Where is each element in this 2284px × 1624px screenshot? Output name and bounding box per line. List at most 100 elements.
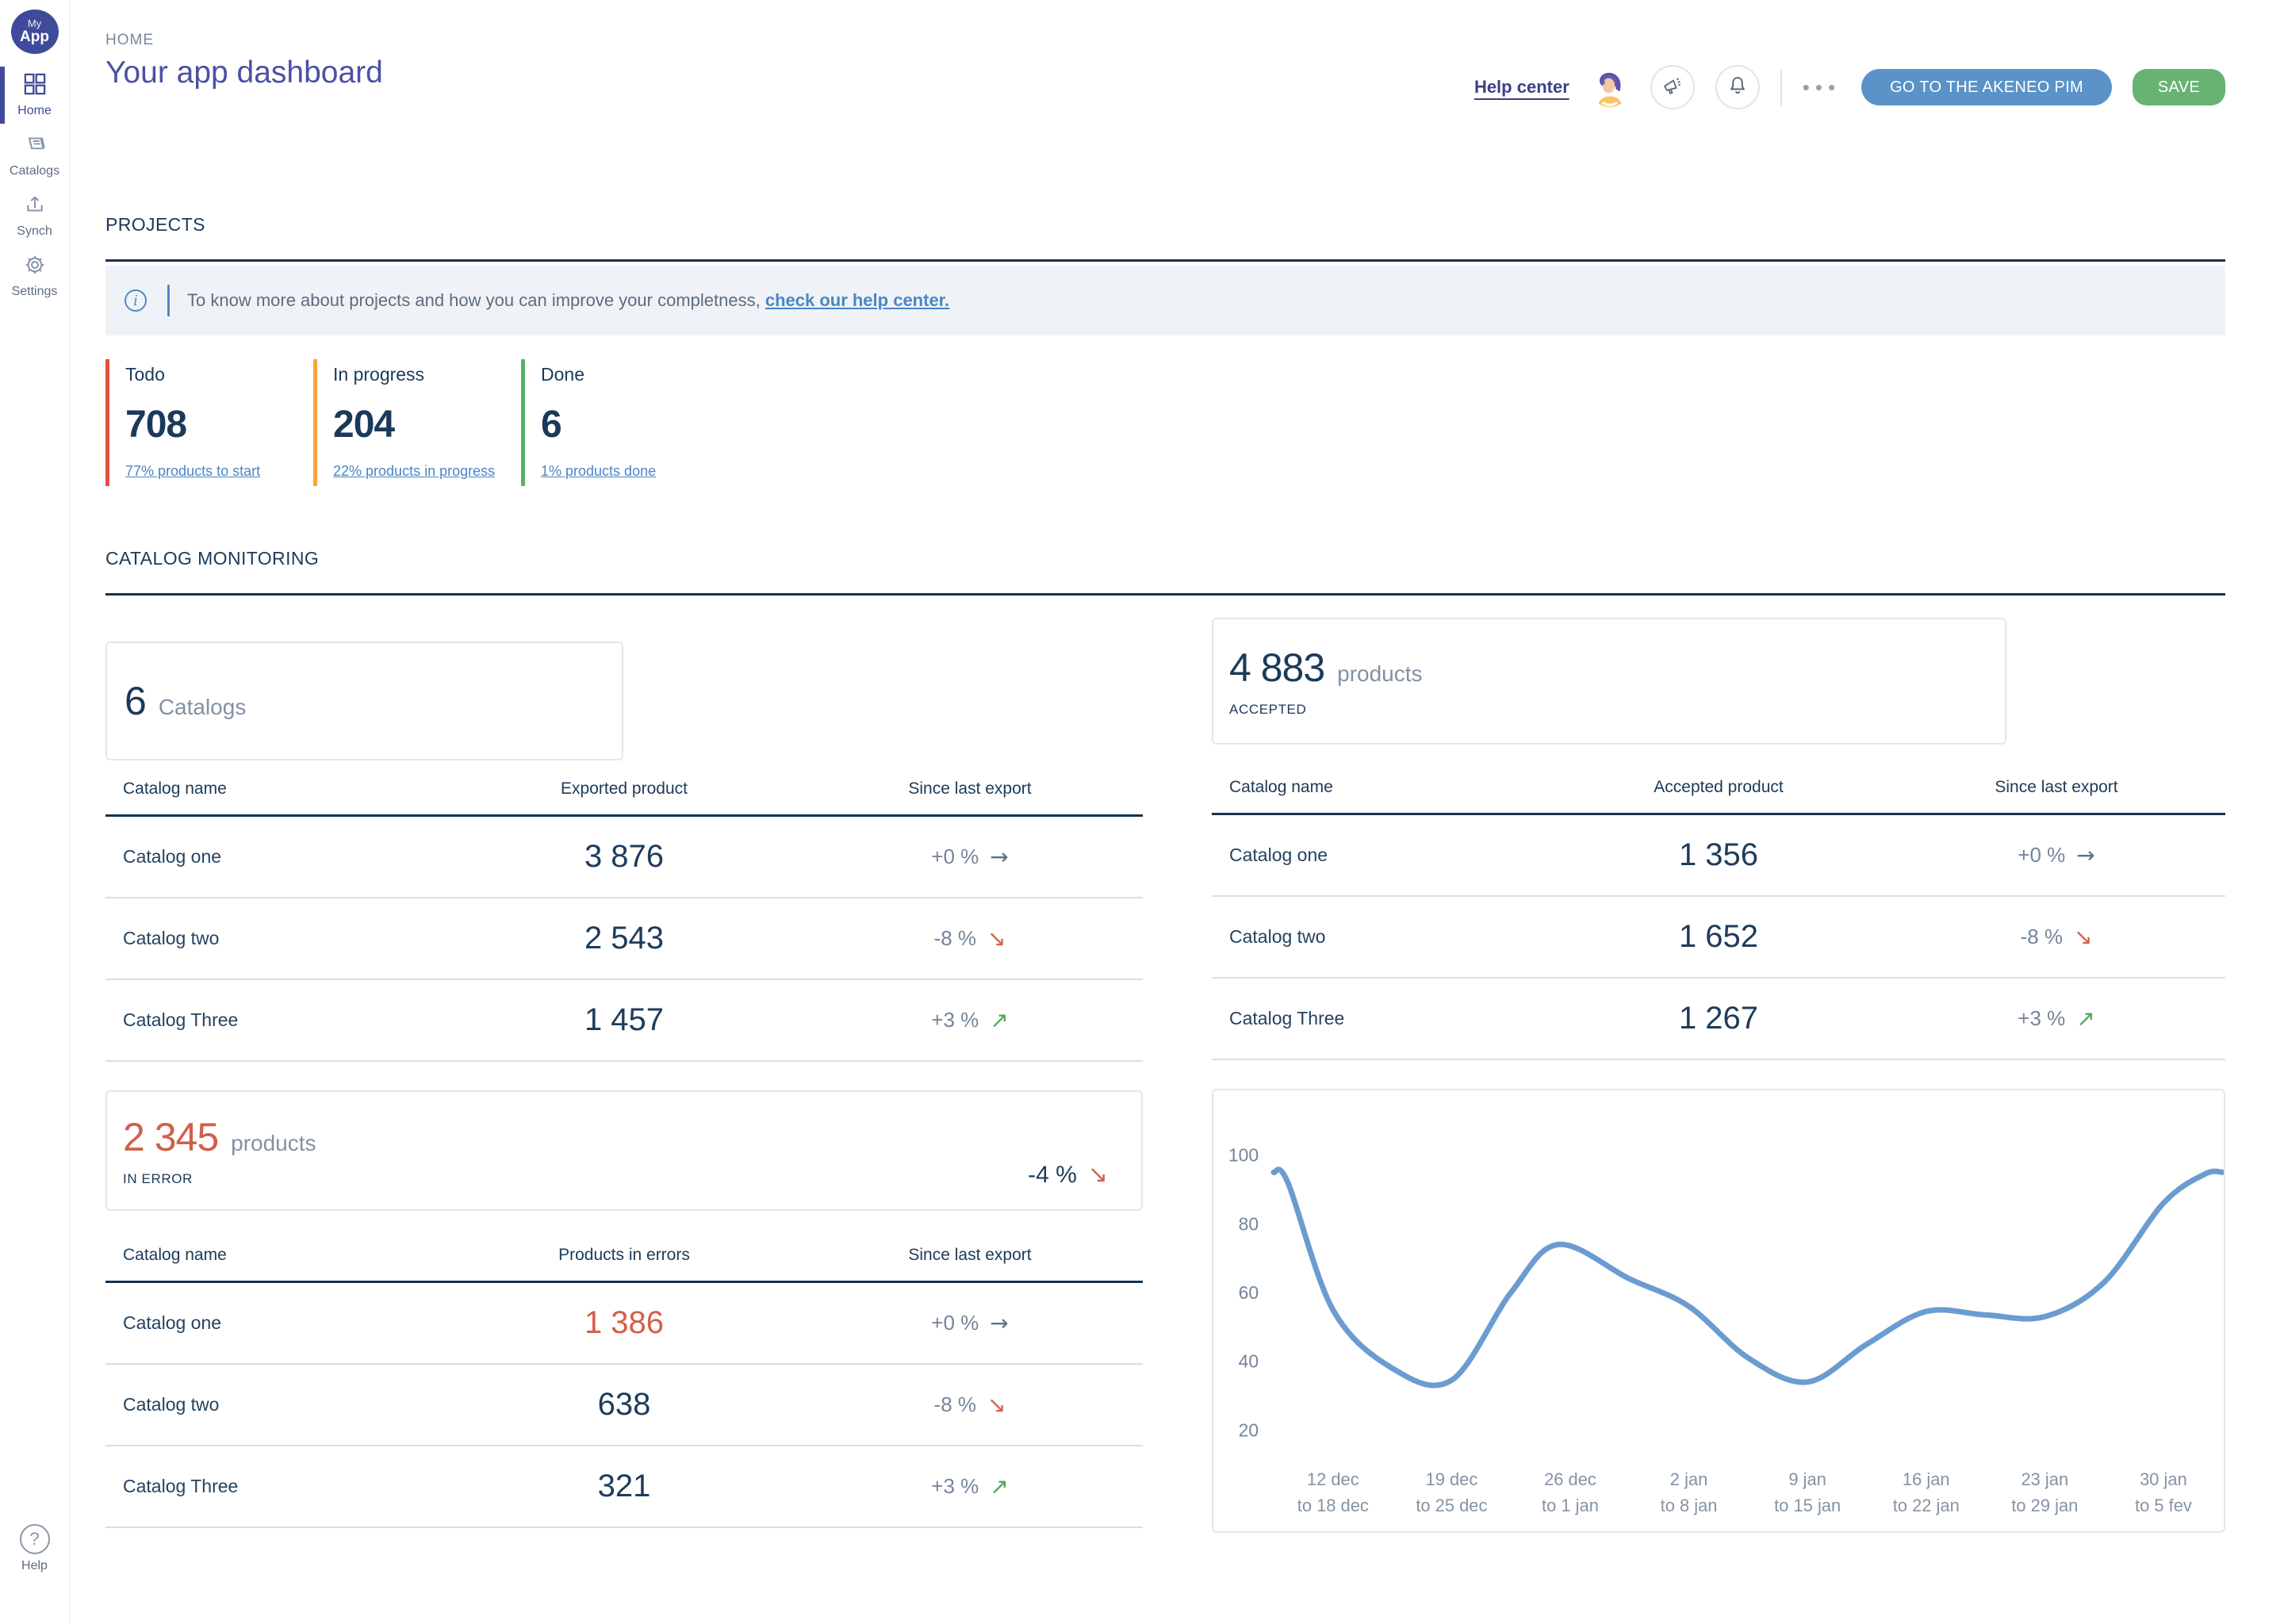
monitoring-right-column: 4 883 products ACCEPTED Catalog name Acc… (1212, 596, 2225, 1533)
svg-text:to 18 dec: to 18 dec (1297, 1496, 1369, 1515)
stat-value: 204 (333, 403, 521, 446)
stat-done: Done 6 1% products done (521, 359, 729, 486)
table-header: Catalog name Products in errors Since la… (105, 1235, 1143, 1283)
projects-section-title: PROJECTS (105, 214, 2225, 262)
col-header-since-last-export: Since last export (797, 1246, 1143, 1265)
stat-label: In progress (333, 359, 521, 385)
catalog-monitoring-section: CATALOG MONITORING 6 Catalogs Catalog na… (105, 548, 2225, 1533)
catalog-name: Catalog Three (105, 1009, 451, 1031)
products-line-chart: 2040608010012 decto 18 dec19 decto 25 de… (1213, 1090, 2224, 1531)
col-header-accepted-product: Accepted product (1550, 778, 1887, 797)
sidebar-item-label: Synch (17, 224, 52, 239)
save-button[interactable]: SAVE (2133, 69, 2225, 105)
catalog-delta: +3 % ↗ (797, 1474, 1143, 1499)
sidebar-item-synch[interactable]: Synch (0, 186, 69, 246)
sidebar-item-help[interactable]: ? Help (20, 1524, 50, 1573)
catalog-name: Catalog one (105, 1312, 451, 1334)
app-logo[interactable]: My App (11, 10, 59, 54)
svg-text:12 dec: 12 dec (1307, 1469, 1359, 1489)
app-logo-line2: App (20, 29, 49, 45)
bell-icon (1726, 75, 1749, 101)
error-delta: -4 % ↘ (1028, 1162, 1108, 1189)
table-header: Catalog name Accepted product Since last… (1212, 767, 2225, 815)
catalog-delta: +0 % → (797, 1311, 1143, 1335)
catalogs-count-unit: Catalogs (159, 695, 247, 720)
col-header-catalog-name: Catalog name (105, 1246, 451, 1265)
sidebar-item-settings[interactable]: Settings (0, 246, 69, 306)
trend-arrow-icon: ↘ (2074, 926, 2092, 948)
col-header-products-in-errors: Products in errors (451, 1246, 797, 1265)
col-header-since-last-export: Since last export (797, 779, 1143, 799)
trend-arrow-icon: ↗ (990, 1009, 1008, 1032)
table-row: Catalog Three 1 267 +3 % ↗ (1212, 979, 2225, 1060)
catalog-name: Catalog two (1212, 926, 1550, 948)
catalog-name: Catalog one (1212, 845, 1550, 866)
table-row: Catalog one 3 876 +0 % → (105, 817, 1143, 898)
sidebar: My App Home Catalogs (0, 0, 70, 1624)
megaphone-icon (1661, 75, 1684, 101)
monitoring-left-column: 6 Catalogs Catalog name Exported product… (105, 596, 1143, 1533)
sidebar-item-label: Catalogs (10, 164, 59, 178)
catalog-delta: -8 % ↘ (797, 1392, 1143, 1417)
catalog-value: 321 (451, 1469, 797, 1504)
sidebar-item-catalogs[interactable]: Catalogs (0, 125, 69, 186)
catalog-name: Catalog one (105, 846, 451, 868)
catalog-delta: -8 % ↘ (1887, 925, 2225, 949)
projects-section: PROJECTS i To know more about projects a… (105, 214, 2225, 486)
stat-link[interactable]: 77% products to start (125, 463, 313, 486)
table-row: Catalog one 1 356 +0 % → (1212, 815, 2225, 897)
error-status-label: IN ERROR (123, 1171, 1141, 1187)
svg-text:2 jan: 2 jan (1670, 1469, 1708, 1489)
stat-todo: Todo 708 77% products to start (105, 359, 313, 486)
catalogs-count-card: 6 Catalogs (105, 642, 623, 760)
accepted-status-label: ACCEPTED (1229, 702, 2005, 718)
svg-text:60: 60 (1239, 1282, 1259, 1303)
announcements-button[interactable] (1650, 65, 1695, 109)
table-row: Catalog two 1 652 -8 % ↘ (1212, 897, 2225, 979)
banner-text: To know more about projects and how you … (187, 290, 949, 311)
app-logo-line1: My (28, 18, 41, 29)
banner-divider (167, 285, 170, 316)
catalog-value: 3 876 (451, 839, 797, 875)
trend-arrow-icon: ↘ (987, 928, 1006, 950)
col-header-exported-product: Exported product (451, 779, 797, 799)
help-center-link[interactable]: Help center (1474, 77, 1569, 98)
svg-text:26 dec: 26 dec (1544, 1469, 1596, 1489)
stat-link[interactable]: 1% products done (541, 463, 729, 486)
col-header-catalog-name: Catalog name (105, 779, 451, 799)
svg-text:19 dec: 19 dec (1426, 1469, 1478, 1489)
go-to-pim-button[interactable]: GO TO THE AKENEO PIM (1861, 69, 2112, 105)
svg-text:to 8 jan: to 8 jan (1661, 1496, 1718, 1515)
banner-help-link[interactable]: check our help center. (765, 290, 949, 310)
svg-text:9 jan: 9 jan (1788, 1469, 1826, 1489)
catalog-delta: -8 % ↘ (797, 926, 1143, 951)
main-content: HOME Your app dashboard Help center (71, 0, 2284, 1533)
trend-arrow-icon: → (2076, 845, 2094, 867)
notifications-button[interactable] (1715, 65, 1760, 109)
breadcrumb: HOME (105, 0, 2225, 49)
trend-arrow-icon: → (990, 1312, 1008, 1335)
stat-label: Done (541, 359, 729, 385)
svg-text:to 1 jan: to 1 jan (1542, 1496, 1599, 1515)
trend-arrow-icon: → (990, 846, 1008, 868)
more-menu-button[interactable]: ••• (1803, 75, 1841, 100)
avatar[interactable] (1590, 67, 1630, 107)
header-divider (1780, 69, 1782, 105)
catalog-name: Catalog Three (1212, 1008, 1550, 1029)
catalog-value: 1 457 (451, 1002, 797, 1038)
table-row: Catalog one 1 386 +0 % → (105, 1283, 1143, 1365)
col-header-catalog-name: Catalog name (1212, 778, 1550, 797)
svg-text:40: 40 (1239, 1351, 1259, 1372)
sidebar-item-home[interactable]: Home (0, 65, 69, 125)
accepted-products-card: 4 883 products ACCEPTED (1212, 618, 2006, 745)
svg-text:to 5 fev: to 5 fev (2135, 1496, 2192, 1515)
trend-arrow-icon: ↘ (987, 1394, 1006, 1416)
error-products-count: 2 345 (123, 1114, 218, 1160)
trend-arrow-icon: ↗ (990, 1476, 1008, 1498)
stat-link[interactable]: 22% products in progress (333, 463, 521, 486)
help-icon: ? (20, 1524, 50, 1554)
catalog-name: Catalog two (105, 1394, 451, 1415)
header-actions: Help center (1474, 65, 2225, 109)
catalog-value: 2 543 (451, 921, 797, 956)
svg-text:to 25 dec: to 25 dec (1416, 1496, 1487, 1515)
